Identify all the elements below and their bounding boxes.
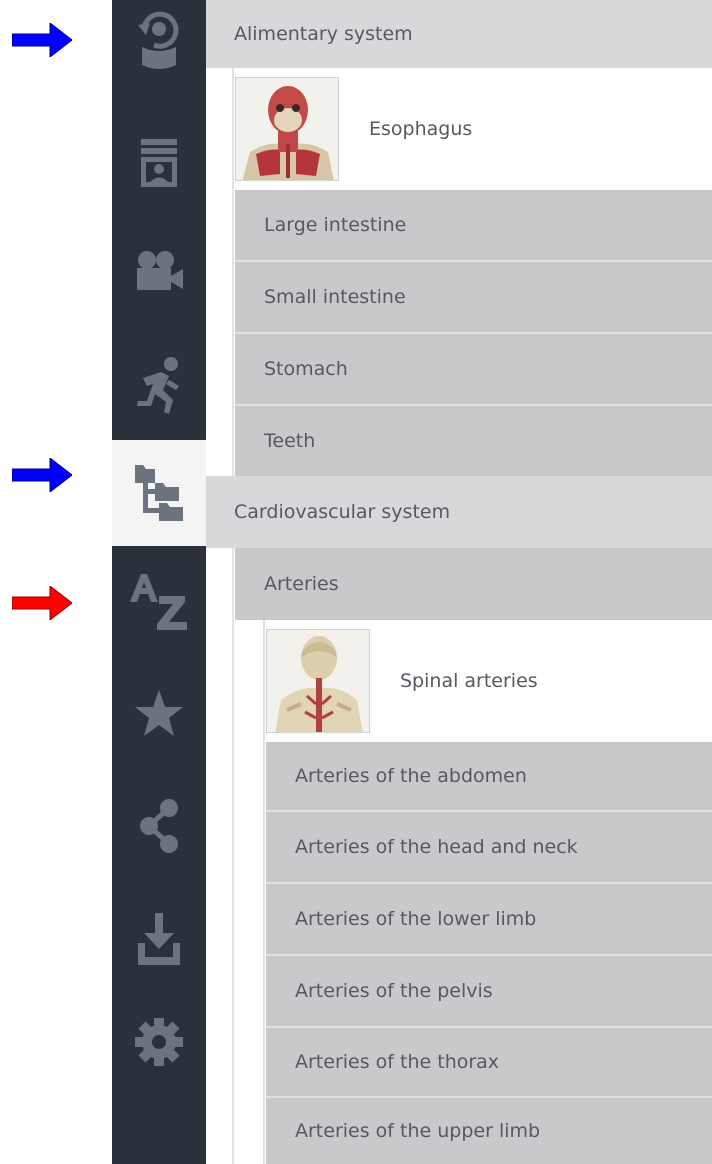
subcategory-label: Large intestine [264,214,407,236]
structure-esophagus[interactable]: Esophagus [235,68,712,190]
structure-label: Esophagus [369,118,473,140]
subcategory-small-intestine[interactable]: Small intestine [235,262,712,334]
tree-guide-line [232,68,234,476]
subcategory-arteries[interactable]: Arteries [235,548,712,620]
subcategory-arteries-lower-limb[interactable]: Arteries of the lower limb [266,884,712,956]
sidebar [112,0,206,1164]
subcategory-arteries-thorax[interactable]: Arteries of the thorax [266,1028,712,1098]
spinal-arteries-thumbnail [266,629,370,733]
gear-icon [135,1018,183,1066]
tree-hierarchy-icon [135,465,183,521]
subcategory-label: Small intestine [264,286,406,308]
red-arrow [12,586,72,620]
subcategory-stomach[interactable]: Stomach [235,334,712,406]
esophagus-thumbnail [235,77,339,181]
subcategory-label: Stomach [264,358,348,380]
star-icon [135,690,183,736]
layers-stack-icon [141,139,177,187]
subcategory-label: Arteries of the lower limb [295,908,537,930]
subcategory-label: Arteries of the abdomen [295,765,527,787]
category-label: Cardiovascular system [234,501,451,523]
blue-arrow-top [12,23,72,57]
subcategory-teeth[interactable]: Teeth [235,406,712,476]
video-camera-icon [137,251,183,290]
subcategory-label: Arteries [264,573,339,595]
tree-guide-line [263,620,265,1164]
subcategory-label: Teeth [264,430,316,452]
structure-label: Spinal arteries [400,670,538,692]
a-z-icon [130,574,187,630]
tree-panel: Alimentary system Esophagus Large intest… [206,0,712,1164]
sidebar-item-favorites[interactable] [112,674,206,754]
subcategory-label: Arteries of the thorax [295,1051,500,1073]
sidebar-item-settings[interactable] [112,1002,206,1082]
category-label: Alimentary system [234,23,413,45]
subcategory-arteries-abdomen[interactable]: Arteries of the abdomen [266,742,712,812]
sidebar-item-360-view[interactable] [112,0,206,80]
sidebar-item-a-z[interactable] [112,562,206,642]
subcategory-label: Arteries of the upper limb [295,1120,541,1142]
structure-spinal-arteries[interactable]: Spinal arteries [266,620,712,742]
view-360-icon [138,11,179,69]
sidebar-item-animations[interactable] [112,346,206,426]
category-cardiovascular-system[interactable]: Cardiovascular system [206,476,712,548]
subcategory-large-intestine[interactable]: Large intestine [235,190,712,262]
sidebar-item-videos[interactable] [112,232,206,312]
blue-arrow-middle [12,458,72,492]
running-person-icon [137,357,179,414]
subcategory-arteries-upper-limb[interactable]: Arteries of the upper limb [266,1098,712,1164]
sidebar-item-tree[interactable] [112,440,206,546]
subcategory-label: Arteries of the pelvis [295,980,493,1002]
sidebar-item-share[interactable] [112,786,206,866]
subcategory-arteries-head-neck[interactable]: Arteries of the head and neck [266,812,712,884]
sidebar-item-layers[interactable] [112,120,206,200]
share-icon [140,799,178,853]
subcategory-label: Arteries of the head and neck [295,836,578,858]
category-alimentary-system[interactable]: Alimentary system [206,0,712,68]
tree-guide-line [232,548,234,1164]
download-icon [138,913,180,965]
sidebar-item-download[interactable] [112,898,206,978]
subcategory-arteries-pelvis[interactable]: Arteries of the pelvis [266,956,712,1028]
